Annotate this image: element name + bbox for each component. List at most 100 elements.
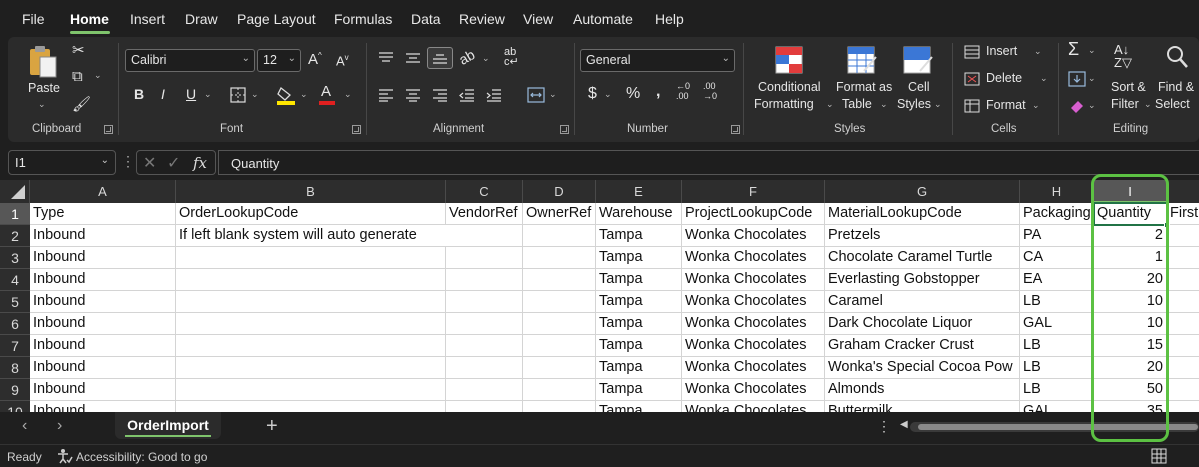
cell-h10[interactable]: GAL xyxy=(1020,401,1094,412)
insert-cells-button[interactable]: Insert ⌄ xyxy=(962,43,1042,63)
menu-view[interactable]: View xyxy=(523,11,553,27)
fill-handle[interactable] xyxy=(1164,222,1170,228)
underline-icon[interactable]: U xyxy=(186,86,196,102)
column-header-e[interactable]: E xyxy=(596,180,682,203)
worksheet-grid[interactable]: A B C D E F G H I 1 Type OrderLookupCode VendorRef Ow… xyxy=(0,180,1199,412)
cell-d9[interactable] xyxy=(523,379,596,401)
cell-c9[interactable] xyxy=(446,379,523,401)
format-cells-button[interactable]: Format ⌄ xyxy=(962,97,1048,117)
cell-f7[interactable]: Wonka Chocolates xyxy=(682,335,825,357)
row-header[interactable]: 3 xyxy=(0,247,30,269)
row-header[interactable]: 8 xyxy=(0,357,30,379)
cut-icon[interactable]: ✂ xyxy=(72,43,85,58)
cell-c10[interactable] xyxy=(446,401,523,412)
cell-h2[interactable]: PA xyxy=(1020,225,1094,247)
align-top-icon[interactable] xyxy=(378,51,394,65)
fill-color-icon[interactable] xyxy=(276,84,296,106)
cell-c6[interactable] xyxy=(446,313,523,335)
cell-f4[interactable]: Wonka Chocolates xyxy=(682,269,825,291)
column-header-c[interactable]: C xyxy=(446,180,523,203)
cell-e2[interactable]: Tampa xyxy=(596,225,682,247)
cell-g7[interactable]: Graham Cracker Crust xyxy=(825,335,1020,357)
menu-page-layout[interactable]: Page Layout xyxy=(237,11,316,27)
cell-g4[interactable]: Everlasting Gobstopper xyxy=(825,269,1020,291)
cell-a5[interactable]: Inbound xyxy=(30,291,176,313)
cell-e8[interactable]: Tampa xyxy=(596,357,682,379)
decrease-indent-icon[interactable] xyxy=(459,88,475,102)
align-left-icon[interactable] xyxy=(378,88,394,102)
underline-chevron-icon[interactable]: ⌄ xyxy=(204,89,212,100)
paste-button[interactable]: Paste ⌄ xyxy=(22,43,62,109)
column-header-j[interactable] xyxy=(1167,180,1199,203)
cell-e1[interactable]: Warehouse xyxy=(596,203,682,225)
name-box[interactable]: I1 ⌄ xyxy=(8,150,116,175)
cell-g1[interactable]: MaterialLookupCode xyxy=(825,203,1020,225)
cell-a1[interactable]: Type xyxy=(30,203,176,225)
merge-center-icon[interactable] xyxy=(527,86,545,104)
cell-h1[interactable]: Packaging xyxy=(1020,203,1094,225)
cell-d7[interactable] xyxy=(523,335,596,357)
fill-chevron-icon[interactable]: ⌄ xyxy=(1088,73,1096,84)
cell-j8[interactable] xyxy=(1167,357,1199,379)
cell-b9[interactable] xyxy=(176,379,446,401)
row-header[interactable]: 4 xyxy=(0,269,30,291)
cell-b3[interactable] xyxy=(176,247,446,269)
number-format-select[interactable]: General ⌄ xyxy=(580,49,735,72)
accessibility-status[interactable]: Accessibility: Good to go xyxy=(76,450,207,464)
menu-home[interactable]: Home xyxy=(70,11,109,27)
menu-review[interactable]: Review xyxy=(459,11,505,27)
cell-j2[interactable] xyxy=(1167,225,1199,247)
cell-a3[interactable]: Inbound xyxy=(30,247,176,269)
cell-e7[interactable]: Tampa xyxy=(596,335,682,357)
cell-d1[interactable]: OwnerRef xyxy=(523,203,596,225)
normal-view-icon[interactable] xyxy=(1151,448,1167,464)
column-header-f[interactable]: F xyxy=(682,180,825,203)
cell-d2[interactable] xyxy=(523,225,596,247)
cell-c5[interactable] xyxy=(446,291,523,313)
cell-a8[interactable]: Inbound xyxy=(30,357,176,379)
font-launcher-icon[interactable] xyxy=(352,125,361,134)
number-launcher-icon[interactable] xyxy=(731,125,740,134)
bold-icon[interactable]: B xyxy=(134,86,144,102)
cell-f8[interactable]: Wonka Chocolates xyxy=(682,357,825,379)
column-header-i[interactable]: I xyxy=(1094,180,1167,203)
cell-i10[interactable]: 35 xyxy=(1094,401,1167,412)
column-header-h[interactable]: H xyxy=(1020,180,1094,203)
row-header[interactable]: 1 xyxy=(0,203,30,225)
cell-c1[interactable]: VendorRef xyxy=(446,203,523,225)
cell-a6[interactable]: Inbound xyxy=(30,313,176,335)
menu-help[interactable]: Help xyxy=(655,11,684,27)
font-color-chevron-icon[interactable]: ⌄ xyxy=(344,89,352,100)
autosum-icon[interactable]: Σ xyxy=(1068,39,1079,60)
italic-icon[interactable]: I xyxy=(161,86,165,102)
orientation-icon[interactable]: ab xyxy=(456,46,477,68)
cell-j5[interactable] xyxy=(1167,291,1199,313)
clear-icon[interactable] xyxy=(1068,98,1086,114)
fill-icon[interactable] xyxy=(1068,71,1086,87)
prev-sheet-icon[interactable]: ‹ xyxy=(22,417,27,435)
cell-j3[interactable] xyxy=(1167,247,1199,269)
currency-icon[interactable]: $ xyxy=(588,85,597,103)
cell-i2[interactable]: 2 xyxy=(1094,225,1167,247)
cell-f2[interactable]: Wonka Chocolates xyxy=(682,225,825,247)
align-middle-icon[interactable] xyxy=(405,51,421,65)
row-header[interactable]: 6 xyxy=(0,313,30,335)
cell-c2[interactable] xyxy=(446,225,523,247)
font-size-select[interactable]: 12 ⌄ xyxy=(257,49,301,72)
accessibility-icon[interactable] xyxy=(57,448,73,464)
cell-h9[interactable]: LB xyxy=(1020,379,1094,401)
menu-automate[interactable]: Automate xyxy=(573,11,633,27)
tab-options-icon[interactable]: ⋮ xyxy=(877,418,891,435)
cell-b4[interactable] xyxy=(176,269,446,291)
font-name-select[interactable]: Calibri ⌄ xyxy=(125,49,255,72)
align-center-icon[interactable] xyxy=(405,88,421,102)
cell-f6[interactable]: Wonka Chocolates xyxy=(682,313,825,335)
cell-a4[interactable]: Inbound xyxy=(30,269,176,291)
cell-h6[interactable]: GAL xyxy=(1020,313,1094,335)
sort-filter-button[interactable]: A↓ Z▽ Sort & Filter ⌄ xyxy=(1108,43,1152,113)
cell-i5[interactable]: 10 xyxy=(1094,291,1167,313)
cell-c3[interactable] xyxy=(446,247,523,269)
select-all-button[interactable] xyxy=(0,180,30,203)
row-header[interactable]: 5 xyxy=(0,291,30,313)
row-header[interactable]: 2 xyxy=(0,225,30,247)
